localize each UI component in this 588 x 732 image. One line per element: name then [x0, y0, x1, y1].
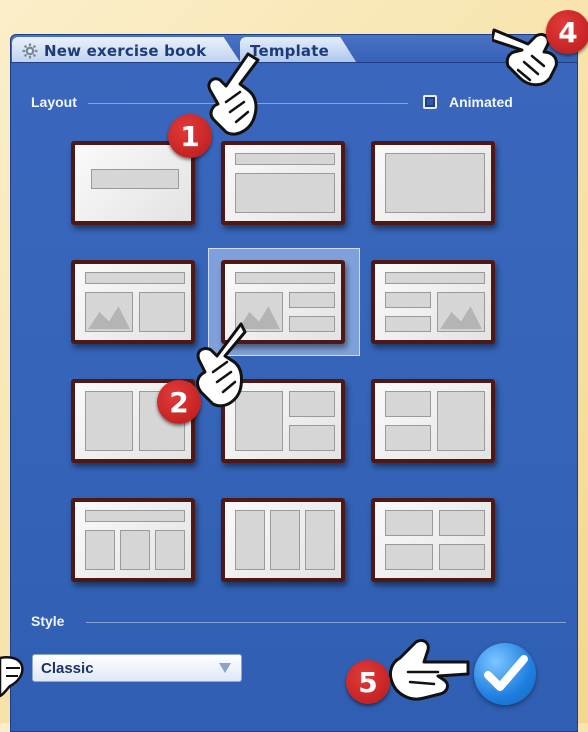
column-block	[270, 510, 300, 570]
title-block	[85, 272, 185, 284]
text-block	[289, 292, 335, 308]
animated-label: Animated	[449, 94, 513, 110]
grid-block	[439, 544, 485, 570]
pointing-hand-icon	[388, 638, 470, 701]
layout-thumb-four-grid[interactable]	[371, 498, 495, 582]
callout-badge-2: 2	[157, 380, 201, 424]
column-block	[120, 530, 150, 570]
checkmark-icon	[484, 655, 528, 691]
title-block	[85, 510, 185, 522]
animated-checkbox[interactable]	[423, 95, 437, 109]
style-select-value: Classic	[41, 659, 94, 677]
confirm-button[interactable]	[474, 643, 536, 705]
grid-block	[439, 510, 485, 536]
image-icon	[88, 306, 130, 330]
column-block	[235, 510, 265, 570]
row-block	[289, 425, 335, 451]
style-heading: Style	[31, 613, 65, 629]
column-block	[85, 530, 115, 570]
chevron-down-icon[interactable]	[219, 663, 231, 673]
layout-thumb-title-image-text[interactable]	[71, 260, 195, 344]
title-block	[91, 169, 179, 189]
style-divider	[86, 622, 566, 623]
image-icon	[440, 306, 482, 330]
column-block	[305, 510, 335, 570]
tab-label: New exercise book	[44, 42, 207, 60]
pointing-hand-icon	[0, 656, 24, 698]
column-block	[155, 530, 185, 570]
row-block	[385, 425, 431, 451]
title-block	[235, 272, 335, 284]
text-block	[385, 292, 431, 308]
style-select[interactable]: Classic	[32, 654, 242, 682]
content-block	[385, 153, 485, 213]
animated-option[interactable]: Animated	[423, 94, 513, 110]
row-block	[385, 391, 431, 417]
callout-badge-5: 5	[346, 660, 390, 704]
callout-badge-1: 1	[168, 114, 212, 158]
image-block	[437, 292, 485, 332]
layout-thumb-full-content[interactable]	[371, 141, 495, 225]
layout-thumb-title-content[interactable]	[221, 141, 345, 225]
text-block	[385, 316, 431, 332]
column-block	[437, 391, 485, 451]
row-block	[289, 391, 335, 417]
image-block	[85, 292, 133, 332]
title-block	[235, 153, 335, 165]
layout-thumb-title-two-text-image[interactable]	[371, 260, 495, 344]
layout-thumb-two-rows-column[interactable]	[371, 379, 495, 463]
layout-thumb-three-columns[interactable]	[221, 498, 345, 582]
column-block	[85, 391, 133, 451]
gear-icon	[22, 43, 38, 59]
tab-label: Template	[250, 42, 329, 60]
grid-block	[385, 544, 433, 570]
text-block	[289, 316, 335, 332]
content-block	[235, 173, 335, 213]
callout-badge-4: 4	[546, 10, 588, 54]
layout-heading: Layout	[31, 94, 77, 110]
text-block	[139, 292, 185, 332]
layout-thumb-title-three-columns[interactable]	[71, 498, 195, 582]
grid-block	[385, 510, 433, 536]
title-block	[385, 272, 485, 284]
